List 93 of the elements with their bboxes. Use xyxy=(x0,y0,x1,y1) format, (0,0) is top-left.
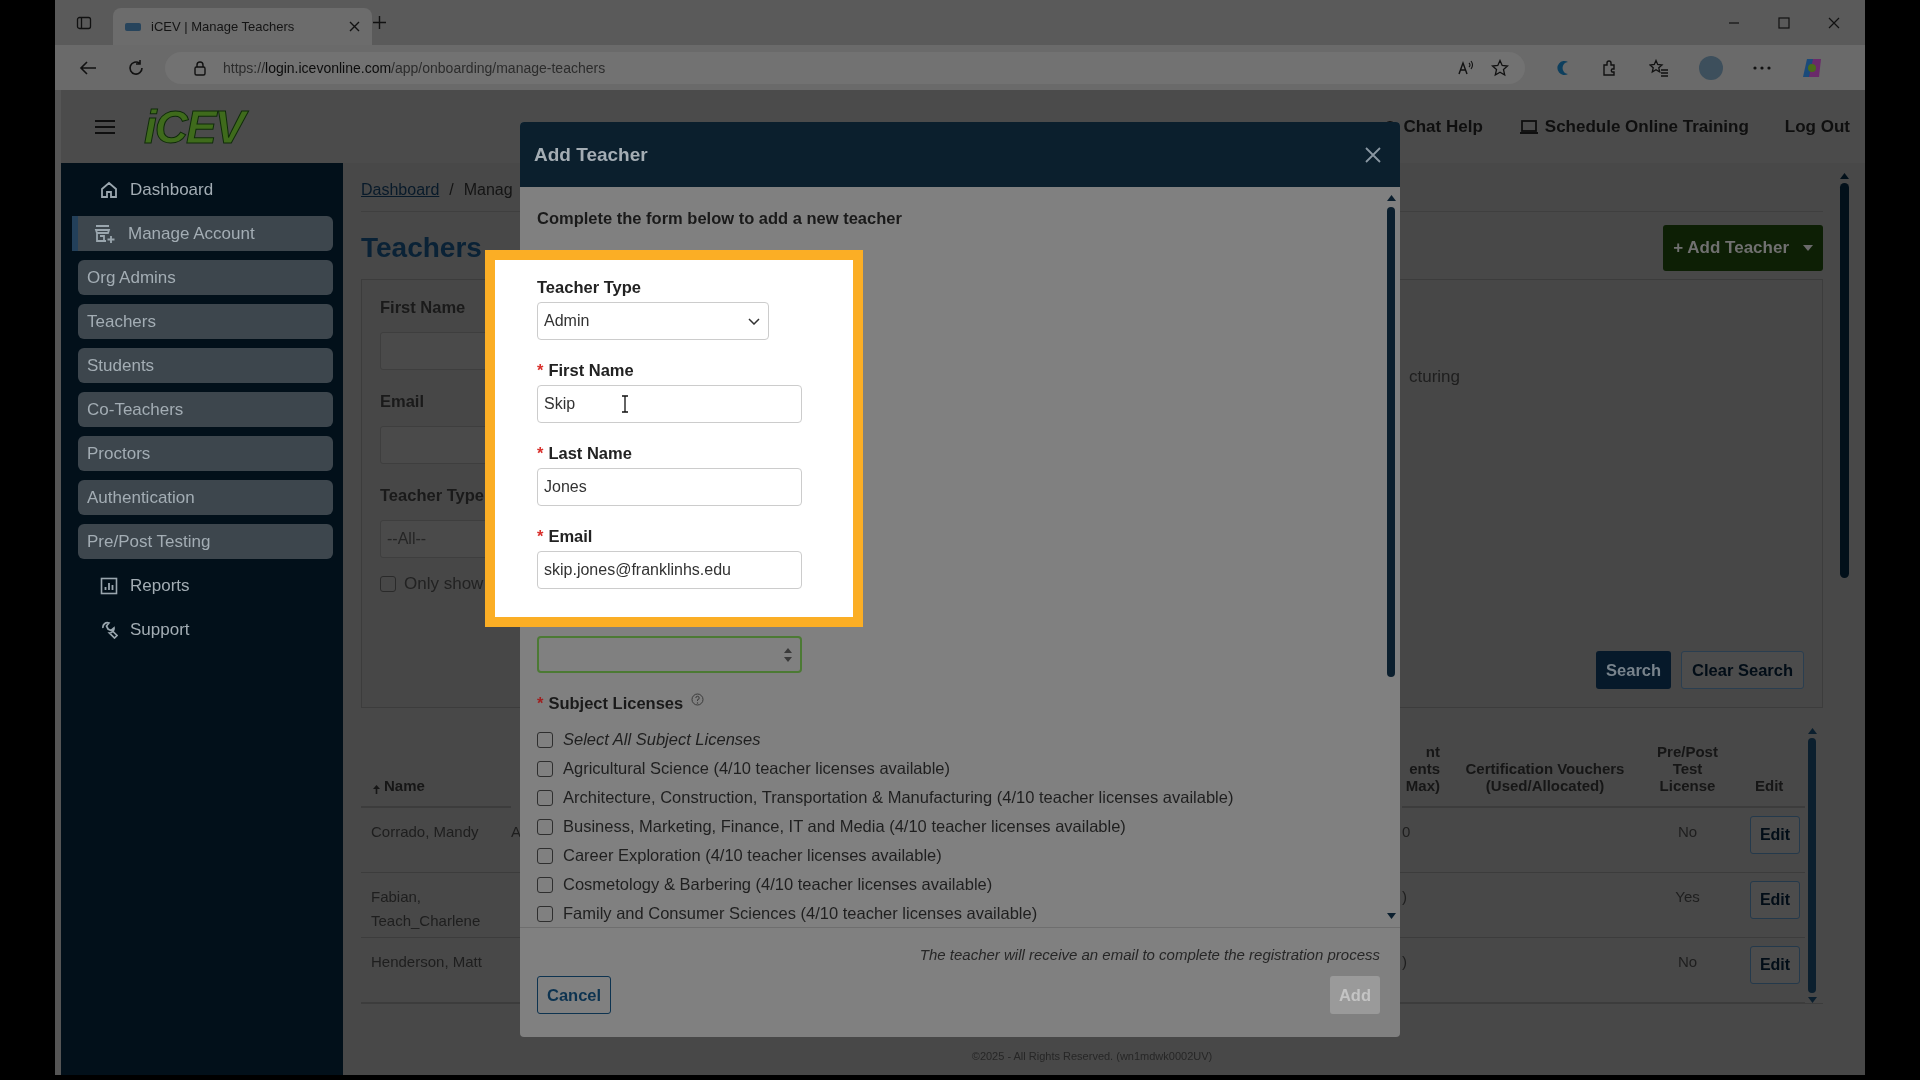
scroll-down-icon[interactable] xyxy=(1386,913,1396,919)
site-favicon-icon xyxy=(125,22,141,31)
checkbox[interactable] xyxy=(537,905,553,922)
sidebar-item[interactable]: Reports xyxy=(72,568,333,603)
copilot-icon[interactable] xyxy=(1801,56,1823,79)
checkbox[interactable] xyxy=(537,847,553,864)
chevron-down-icon xyxy=(748,317,760,325)
dialog-intro: Complete the form below to add a new teacher xyxy=(537,208,903,228)
text-field[interactable]: Jones xyxy=(537,468,802,506)
tab-actions-icon[interactable] xyxy=(76,14,92,31)
url-text: https://login.icevonline.com/app/onboarding/manage-teachers xyxy=(223,59,606,76)
scroll-up-icon[interactable] xyxy=(1386,195,1396,201)
field-label: * Last Name xyxy=(537,444,633,463)
close-icon[interactable] xyxy=(1828,16,1840,29)
number-field[interactable] xyxy=(537,636,802,673)
spinner-arrows-icon[interactable] xyxy=(784,646,792,663)
profile-avatar[interactable] xyxy=(1699,55,1723,80)
clear-search-button[interactable]: Clear Search xyxy=(1681,651,1804,689)
storefront-plus-icon xyxy=(94,223,116,244)
favorites-icon[interactable] xyxy=(1649,58,1669,77)
sort-arrow-icon xyxy=(373,785,380,794)
checkbox[interactable] xyxy=(537,876,553,893)
checkbox[interactable] xyxy=(537,818,553,835)
search-button[interactable]: Search xyxy=(1596,651,1672,689)
scroll-up-icon[interactable] xyxy=(1807,728,1817,734)
browser-tab[interactable]: iCEV | Manage Teachers xyxy=(113,8,372,45)
chart-icon xyxy=(100,576,118,595)
edit-button[interactable]: Edit xyxy=(1749,881,1801,919)
maximize-icon[interactable] xyxy=(1778,16,1790,29)
lock-icon xyxy=(193,59,207,76)
sidebar-item[interactable]: Support xyxy=(72,612,333,647)
teacher-type-select[interactable]: Admin xyxy=(537,302,769,340)
table-cell: ) xyxy=(1402,888,1407,905)
field-label: * Email xyxy=(537,527,594,546)
add-teacher-button[interactable]: + Add Teacher xyxy=(1663,225,1823,271)
sidebar-item[interactable]: Pre/Post Testing xyxy=(78,524,333,559)
checkbox[interactable] xyxy=(380,576,396,592)
sidebar-item[interactable]: Teachers xyxy=(78,304,333,339)
close-icon[interactable] xyxy=(349,21,360,32)
text-cursor-icon xyxy=(621,395,629,413)
checkbox[interactable] xyxy=(537,760,553,777)
address-bar[interactable]: https://login.icevonline.com/app/onboarding/manage-teachers xyxy=(165,51,1525,84)
help-icon[interactable] xyxy=(691,693,705,706)
field-label: * Subject Licenses xyxy=(537,694,1383,713)
scroll-down-icon[interactable] xyxy=(1807,997,1817,1003)
field-label: Teacher Type xyxy=(537,278,642,297)
sidebar-item[interactable]: Students xyxy=(78,348,333,383)
breadcrumb-link[interactable]: Dashboard xyxy=(361,181,440,199)
cancel-button[interactable]: Cancel xyxy=(537,976,612,1014)
sidebar-item[interactable]: Dashboard xyxy=(72,172,333,207)
checkbox-label: Family and Consumer Sciences (4/10 teacher licenses available) xyxy=(563,904,1038,923)
checkbox-label: Select All Subject Licenses xyxy=(563,730,761,749)
home-icon xyxy=(100,180,118,199)
sidebar-item[interactable]: Authentication xyxy=(78,480,333,515)
scrollbar-thumb[interactable] xyxy=(1839,183,1849,578)
close-icon[interactable] xyxy=(1365,146,1381,163)
checkbox-label: Cosmetology & Barbering (4/10 teacher licenses available) xyxy=(563,875,993,894)
star-icon[interactable] xyxy=(1491,58,1509,77)
wrench-icon xyxy=(100,620,118,639)
edit-button[interactable]: Edit xyxy=(1749,816,1801,854)
page-title: Teachers xyxy=(361,232,482,264)
sidebar-item[interactable]: Manage Account xyxy=(72,216,333,251)
checkbox[interactable] xyxy=(537,731,553,748)
refresh-icon[interactable] xyxy=(127,58,145,77)
menu-icon[interactable] xyxy=(94,118,116,135)
nav-link[interactable]: Schedule Online Training xyxy=(1518,116,1749,137)
tab-title: iCEV | Manage Teachers xyxy=(151,19,296,34)
checkbox[interactable] xyxy=(537,789,553,806)
read-aloud-icon[interactable] xyxy=(1457,59,1475,76)
more-icon[interactable] xyxy=(1753,65,1771,70)
new-tab-icon[interactable] xyxy=(372,15,387,30)
field-label: * First Name xyxy=(537,361,635,380)
dialog-note: The teacher will receive an email to complete the registration process xyxy=(918,946,1380,963)
checkbox-label: Career Exploration (4/10 teacher licenses available) xyxy=(563,846,942,865)
sidebar-item[interactable]: Proctors xyxy=(78,436,333,471)
text-field[interactable]: Skip xyxy=(537,385,802,423)
sidebar-item[interactable]: Org Admins xyxy=(78,260,333,295)
table-cell: ) xyxy=(1402,953,1407,970)
caret-icon xyxy=(1803,245,1813,251)
scrollbar-thumb[interactable] xyxy=(1808,738,1816,993)
checkbox-label: Agricultural Science (4/10 teacher licenses available) xyxy=(563,759,951,778)
scrollbar-thumb[interactable] xyxy=(1387,207,1395,677)
laptop-icon xyxy=(1518,118,1539,135)
back-arrow-icon[interactable] xyxy=(79,59,97,76)
edit-button[interactable]: Edit xyxy=(1749,946,1801,984)
text-field[interactable]: skip.jones@franklinhs.edu xyxy=(537,551,802,589)
nav-link[interactable]: Log Out xyxy=(1784,116,1850,137)
breadcrumb-separator: / xyxy=(449,181,454,199)
dialog-title: Add Teacher xyxy=(534,143,648,166)
sidebar-item[interactable]: Co-Teachers xyxy=(78,392,333,427)
scroll-up-icon[interactable] xyxy=(1839,173,1849,179)
checkbox-label: Architecture, Construction, Transportation & Manufacturing (4/10 teacher licenses available) xyxy=(563,788,1234,807)
checkbox-label: Business, Marketing, Finance, IT and Media (4/10 teacher licenses available) xyxy=(563,817,1126,836)
